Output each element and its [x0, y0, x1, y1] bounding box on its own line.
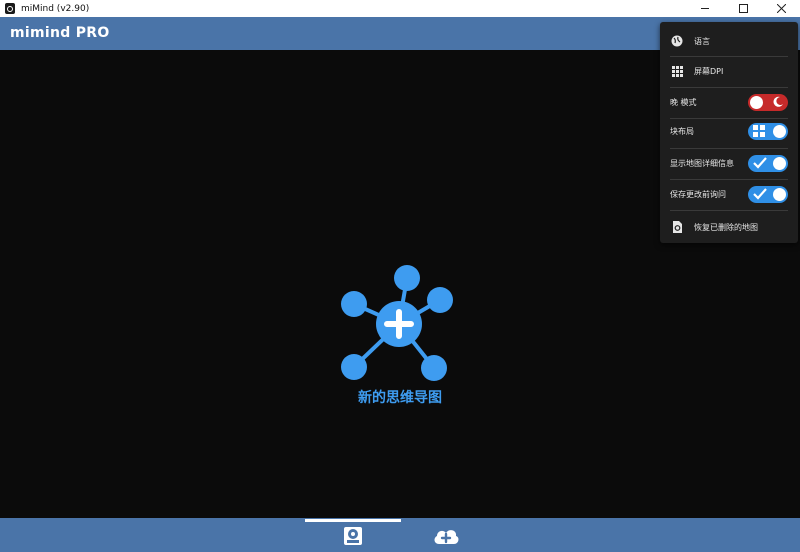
window-titlebar: miMind (v2.90) [0, 0, 800, 17]
ask-before-save-label: 保存更改前询问 [670, 190, 726, 199]
block-layout-toggle[interactable] [748, 123, 788, 140]
settings-menu: 语言 屏幕DPI 晚 模式 块布局 显示地图详细信息 保存更改前询问 恢复已删除… [660, 22, 798, 243]
minimize-button[interactable] [686, 0, 724, 17]
night-mode-toggle[interactable] [748, 94, 788, 111]
block-layout-label: 块布局 [670, 127, 694, 136]
menu-divider [670, 87, 788, 88]
menu-divider [670, 118, 788, 119]
show-map-details-label: 显示地图详细信息 [670, 159, 734, 168]
toggle-knob [773, 188, 786, 201]
new-mind-map-button[interactable]: 新的思维导图 [330, 262, 470, 422]
menu-item-screen-dpi[interactable]: 屏幕DPI [660, 63, 798, 79]
app-logo: mimind PRO [10, 25, 110, 41]
toggle-knob [773, 125, 786, 138]
toggle-knob [750, 96, 763, 109]
menu-item-night-mode: 晚 模式 [660, 94, 798, 111]
show-map-details-toggle[interactable] [748, 155, 788, 172]
menu-item-show-map-details: 显示地图详细信息 [660, 155, 798, 172]
window-controls [686, 0, 800, 17]
dpi-grid-icon [671, 65, 683, 77]
check-icon [753, 157, 767, 169]
toggle-knob [773, 157, 786, 170]
tab-cloud-maps[interactable] [430, 524, 462, 548]
bottom-tab-bar [0, 518, 800, 552]
app-icon [5, 3, 15, 14]
close-icon [776, 4, 786, 13]
maximize-icon [738, 4, 748, 13]
moon-icon [773, 96, 783, 107]
check-icon [753, 188, 767, 200]
menu-item-language-label: 语言 [694, 36, 710, 46]
menu-item-ask-before-save: 保存更改前询问 [660, 186, 798, 203]
close-button[interactable] [762, 0, 800, 17]
local-storage-icon [344, 527, 362, 545]
new-mind-map-icon [341, 265, 453, 381]
language-icon [671, 35, 683, 47]
grid-icon [753, 125, 765, 137]
menu-divider [670, 179, 788, 180]
menu-item-block-layout: 块布局 [660, 123, 798, 140]
minimize-icon [701, 8, 709, 9]
menu-divider [670, 148, 788, 149]
new-mind-map-label: 新的思维导图 [358, 390, 442, 406]
night-mode-label: 晚 模式 [670, 98, 697, 107]
window-title: miMind (v2.90) [21, 3, 90, 14]
cloud-add-icon [434, 530, 459, 544]
menu-item-language[interactable]: 语言 [660, 33, 798, 49]
menu-divider [670, 56, 788, 57]
menu-item-restore-deleted[interactable]: 恢复已删除的地图 [660, 219, 798, 235]
menu-item-screen-dpi-label: 屏幕DPI [694, 66, 724, 76]
menu-divider [670, 210, 788, 211]
restore-file-icon [671, 221, 683, 233]
tab-local-maps[interactable] [338, 524, 368, 548]
active-tab-indicator [305, 519, 401, 522]
ask-before-save-toggle[interactable] [748, 186, 788, 203]
maximize-button[interactable] [724, 0, 762, 17]
restore-deleted-label: 恢复已删除的地图 [694, 222, 758, 232]
